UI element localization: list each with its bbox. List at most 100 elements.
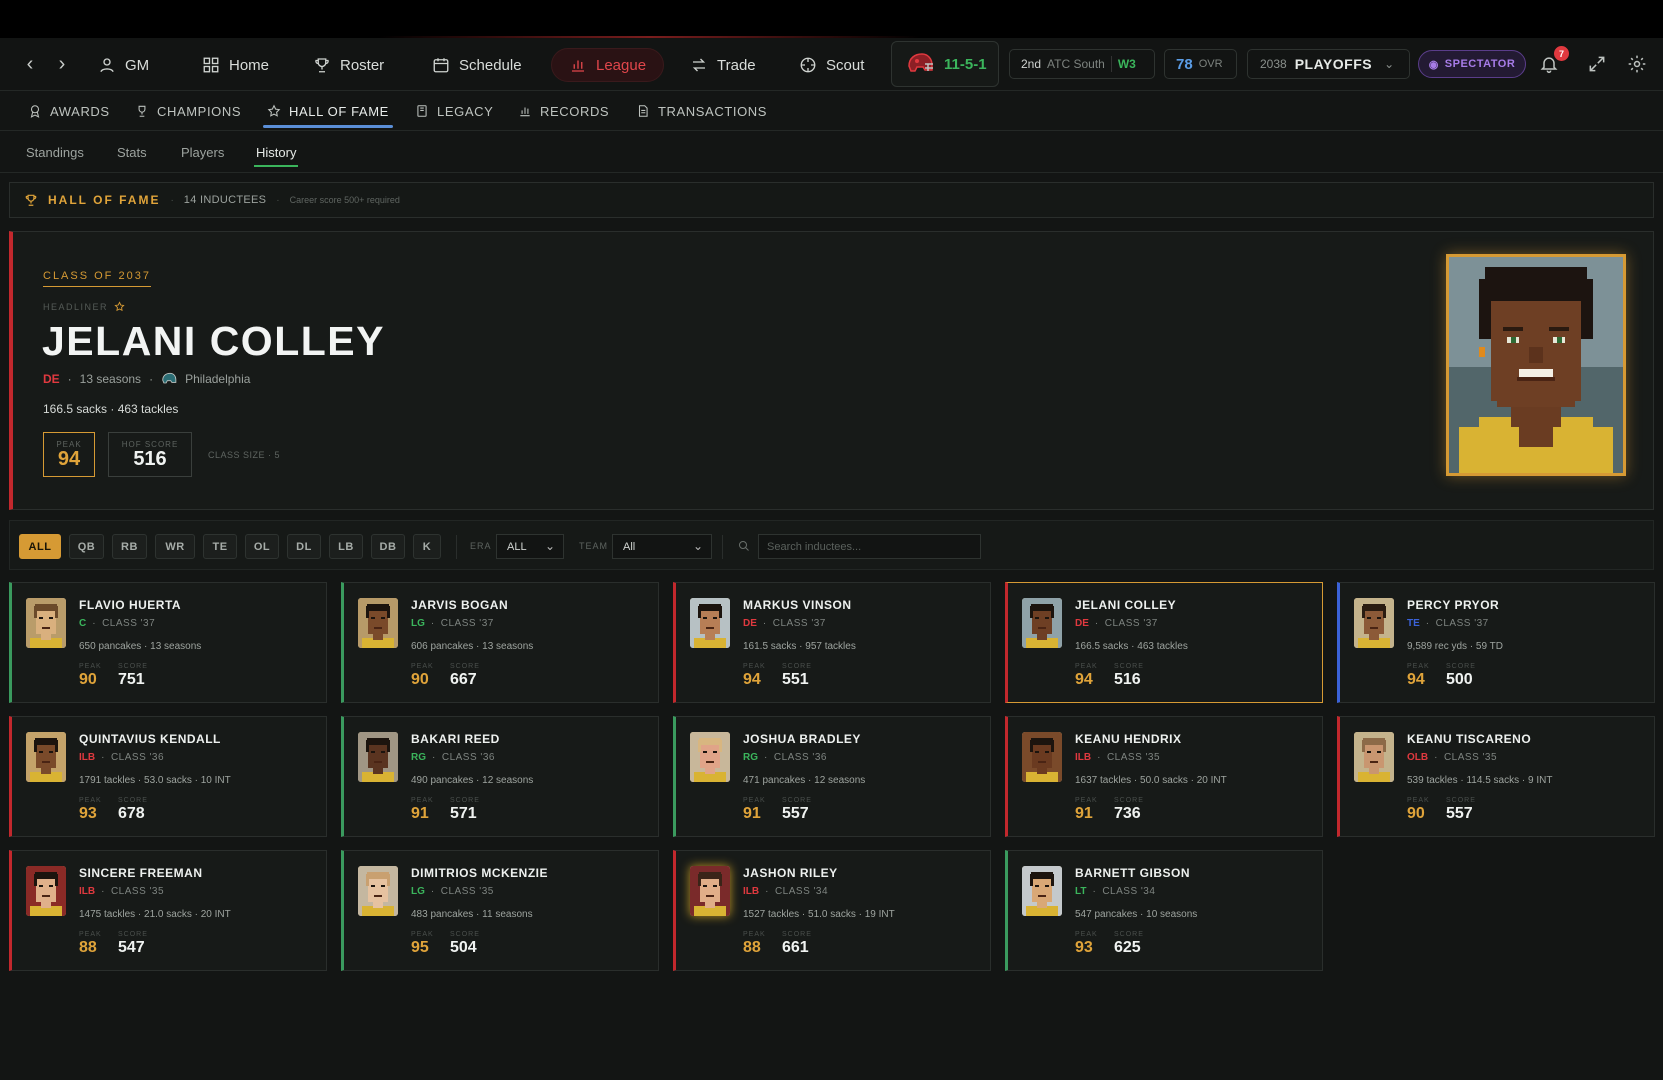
score-label: SCORE (1114, 663, 1144, 670)
player-position-row: LT · CLASS '34 (1075, 886, 1155, 897)
inductee-card[interactable]: DIMITRIOS MCKENZIE LG · CLASS '35 483 pancak… (341, 850, 659, 971)
team-record-box[interactable]: 11-5-1 (891, 41, 999, 87)
inductee-card[interactable]: MARKUS VINSON DE · CLASS '37 161.5 sacks · 9… (673, 582, 991, 703)
inductee-card[interactable]: JARVIS BOGAN LG · CLASS '37 606 pancakes · 1… (341, 582, 659, 703)
subnav-awards[interactable]: AWARDS (28, 91, 110, 131)
inductee-card[interactable]: JELANI COLLEY DE · CLASS '37 166.5 sacks · 4… (1005, 582, 1323, 703)
filter-wr[interactable]: WR (155, 534, 195, 559)
nav-league[interactable]: League (551, 48, 665, 82)
main-nav: ‹ › GM Home Roster Schedule League Trade… (0, 38, 1663, 91)
filter-dl[interactable]: DL (287, 534, 321, 559)
player-class: CLASS '37 (1435, 618, 1489, 629)
nav-schedule[interactable]: Schedule (432, 48, 522, 82)
separator-dot: · (170, 194, 174, 206)
inductee-card[interactable]: KEANU HENDRIX ILB · CLASS '35 1637 tackles ·… (1005, 716, 1323, 837)
player-avatar (1354, 732, 1394, 782)
player-stats: 161.5 sacks · 957 tackles (743, 641, 856, 652)
score-label: SCORE (1114, 931, 1144, 938)
filter-k[interactable]: K (413, 534, 441, 559)
player-name: JOSHUA BRADLEY (743, 732, 861, 746)
team-select[interactable]: All ⌄ (612, 534, 712, 559)
season-phase: PLAYOFFS (1294, 56, 1373, 72)
player-name: JELANI COLLEY (1075, 598, 1177, 612)
era-select[interactable]: ALL ⌄ (496, 534, 564, 559)
inductee-card[interactable]: JOSHUA BRADLEY RG · CLASS '36 471 pancakes ·… (673, 716, 991, 837)
subnav-champions[interactable]: CHAMPIONS (135, 91, 241, 131)
inductee-card[interactable]: FLAVIO HUERTA C · CLASS '37 650 pancakes · 1… (9, 582, 327, 703)
back-icon[interactable]: ‹ (18, 52, 42, 76)
player-avatar-art (690, 866, 730, 916)
filter-rb[interactable]: RB (112, 534, 147, 559)
inductee-card[interactable]: JASHON RILEY ILB · CLASS '34 1527 tackles · … (673, 850, 991, 971)
inductee-card[interactable]: BARNETT GIBSON LT · CLASS '34 547 pancakes ·… (1005, 850, 1323, 971)
divider (1110, 56, 1112, 72)
inductee-card[interactable]: QUINTAVIUS KENDALL ILB · CLASS '36 1791 tack… (9, 716, 327, 837)
nav-trade[interactable]: Trade (690, 48, 756, 82)
subnav-legacy[interactable]: LEGACY (415, 91, 493, 131)
nav-roster[interactable]: Roster (313, 48, 384, 82)
subnav-transactions[interactable]: TRANSACTIONS (636, 91, 767, 131)
player-peak: 93 (79, 805, 97, 822)
season-dropdown[interactable]: 2038 PLAYOFFS ⌄ (1247, 49, 1410, 79)
separator-dot: · (1434, 752, 1438, 763)
trophy-icon (315, 58, 329, 73)
tab-history[interactable]: History (253, 131, 299, 173)
inductee-card[interactable]: PERCY PRYOR TE · CLASS '37 9,589 rec yds · 5… (1337, 582, 1655, 703)
subnav-records-label: RECORDS (540, 103, 610, 119)
team-ovr-box[interactable]: 78 OVR (1164, 49, 1237, 79)
fullscreen-button[interactable] (1585, 52, 1609, 76)
grid-icon (203, 57, 219, 73)
inductee-card[interactable]: KEANU TISCARENO OLB · CLASS '35 539 tackles … (1337, 716, 1655, 837)
headliner-meta: DE · 13 seasons · Philadelphia (43, 372, 250, 386)
standing-box[interactable]: 2nd ATC South W3 (1009, 49, 1155, 79)
inductee-card[interactable]: BAKARI REED RG · CLASS '36 490 pancakes · 12… (341, 716, 659, 837)
filter-lb[interactable]: LB (329, 534, 363, 559)
notifications-button[interactable]: 7 (1537, 46, 1569, 76)
filter-qb[interactable]: QB (69, 534, 104, 559)
player-avatar-art (358, 598, 398, 648)
forward-icon[interactable]: › (50, 52, 74, 76)
tab-stats[interactable]: Stats (117, 131, 147, 173)
gm-button[interactable]: GM (98, 48, 149, 82)
peak-label: PEAK (743, 663, 766, 670)
score-label: SCORE (782, 663, 812, 670)
ovr-label: OVR (1198, 58, 1223, 70)
player-position: DE (1075, 618, 1089, 629)
settings-button[interactable] (1625, 52, 1649, 76)
player-class: CLASS '35 (440, 886, 494, 897)
tab-players[interactable]: Players (181, 131, 224, 173)
player-position: LG (411, 886, 425, 897)
nav-home[interactable]: Home (202, 48, 269, 82)
filter-all[interactable]: ALL (19, 534, 61, 559)
class-size-label: CLASS SIZE (208, 450, 266, 460)
subnav-legacy-label: LEGACY (437, 103, 494, 119)
nav-scout[interactable]: Scout (799, 48, 864, 82)
search-input[interactable]: Search inductees... (758, 534, 981, 559)
filter-te[interactable]: TE (203, 534, 237, 559)
document-icon (638, 105, 648, 117)
player-position-row: C · CLASS '37 (79, 618, 155, 629)
player-peak: 90 (411, 671, 429, 688)
separator-dot: · (762, 618, 767, 629)
filter-db[interactable]: DB (371, 534, 405, 559)
star-icon (267, 104, 281, 117)
player-peak: 94 (743, 671, 761, 688)
subnav-records[interactable]: RECORDS (518, 91, 609, 131)
player-avatar-art (358, 732, 398, 782)
nav-trade-label: Trade (717, 56, 756, 74)
player-avatar (690, 866, 730, 916)
ovr-value: 78 (1176, 55, 1193, 73)
player-stats: 1637 tackles · 50.0 sacks · 20 INT (1075, 775, 1227, 786)
spectator-badge[interactable]: ◉ SPECTATOR (1418, 50, 1526, 78)
headliner-position: DE (43, 372, 60, 386)
filter-ol[interactable]: OL (245, 534, 279, 559)
inductee-card[interactable]: SINCERE FREEMAN ILB · CLASS '35 1475 tackles… (9, 850, 327, 971)
player-score: 678 (118, 805, 145, 822)
player-class: CLASS '37 (1104, 618, 1158, 629)
tab-standings[interactable]: Standings (26, 131, 84, 173)
subnav-hall-of-fame-label: HALL OF FAME (289, 103, 389, 119)
subnav-hall-of-fame[interactable]: HALL OF FAME (263, 91, 393, 131)
gear-icon (1628, 55, 1646, 73)
player-stats: 166.5 sacks · 463 tackles (1075, 641, 1188, 652)
score-label: SCORE (450, 931, 480, 938)
